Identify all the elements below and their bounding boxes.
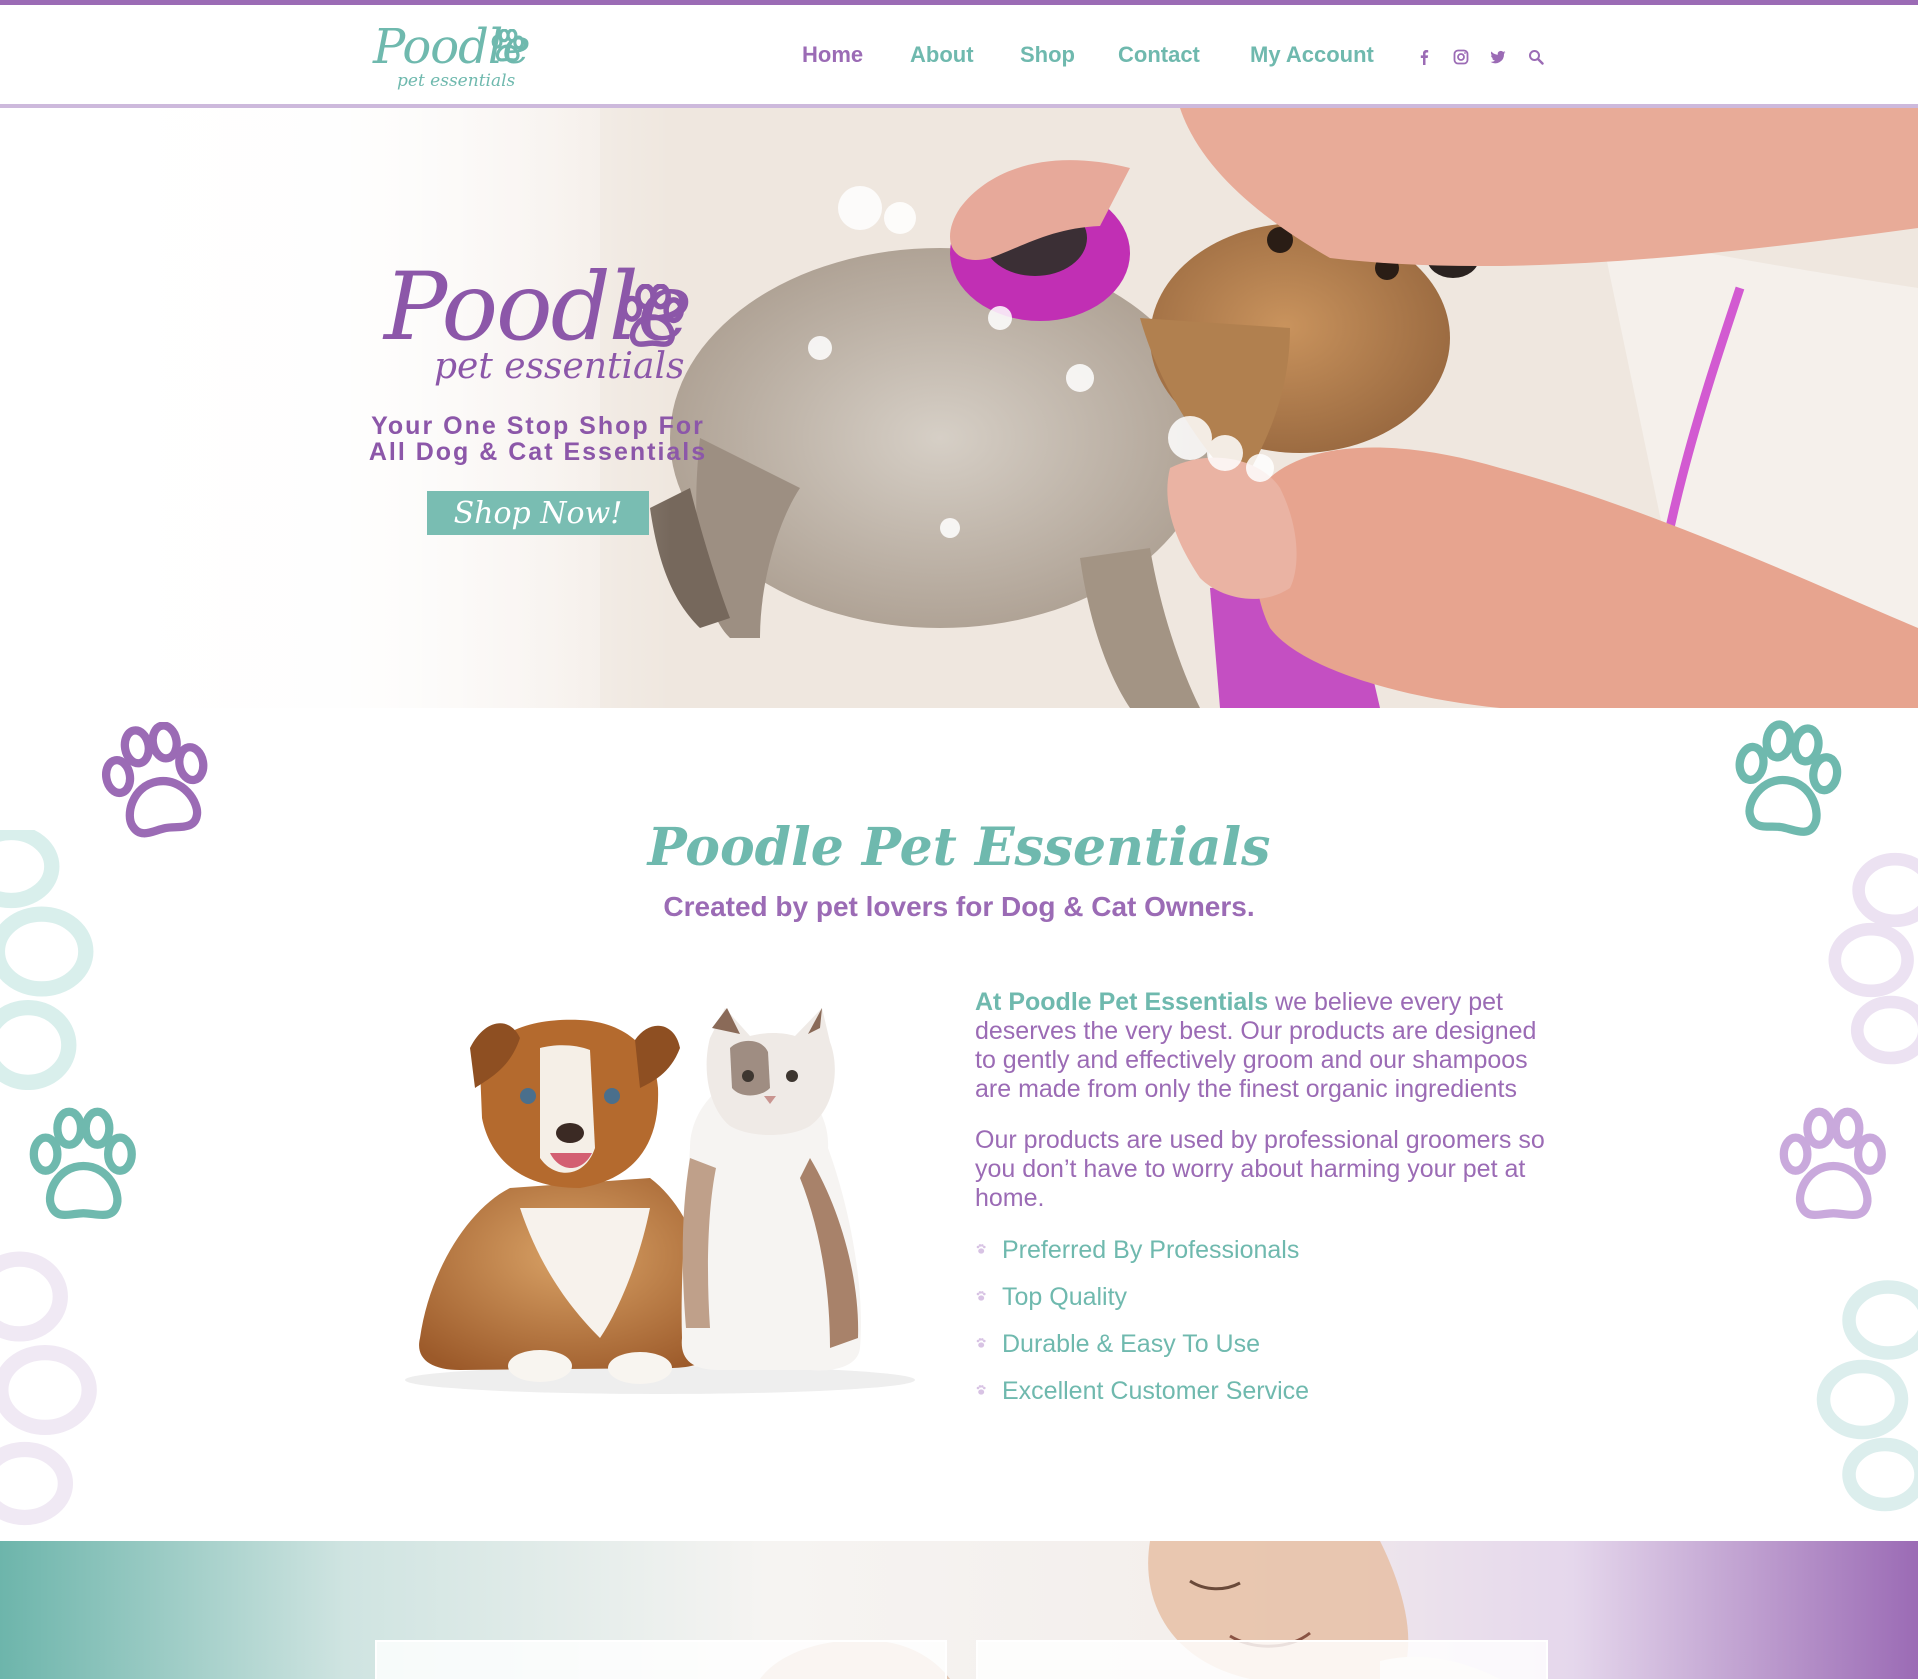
paw-bullet-icon (976, 1244, 986, 1254)
intro-title: Poodle Pet Essentials (647, 816, 1271, 878)
feature-label: Preferred By Professionals (1002, 1236, 1300, 1264)
hero-banner: Poodle pet essentials Your One Stop Shop… (0, 108, 1918, 708)
instagram-icon[interactable] (1449, 45, 1473, 69)
paw-bullet-icon (976, 1385, 986, 1395)
list-item: Top Quality (975, 1282, 1555, 1329)
feature-label: Excellent Customer Service (1002, 1377, 1310, 1405)
feature-list: Preferred By Professionals Top Quality D… (975, 1235, 1555, 1423)
hero-logo-tagline: pet essentials (434, 346, 685, 387)
intro-subtitle: Created by pet lovers for Dog & Cat Owne… (663, 891, 1255, 923)
dog-and-cat-image (405, 1008, 915, 1394)
nav-my-account[interactable]: My Account (1250, 42, 1374, 68)
paw-icon (29, 1107, 136, 1220)
list-item: Excellent Customer Service (975, 1376, 1555, 1423)
nav-about[interactable]: About (910, 42, 974, 68)
site-header: Poodle pet essentials Home About Shop Co… (0, 5, 1918, 108)
search-icon[interactable] (1524, 45, 1548, 69)
paw-icon (621, 284, 684, 347)
paw-icon (0, 1251, 97, 1526)
paw-bullet-icon (976, 1291, 986, 1301)
about-paragraph-2: Our products are used by professional gr… (975, 1126, 1545, 1212)
hero-tagline: Your One Stop Shop For All Dog & Cat Ess… (350, 413, 726, 465)
paw-icon (1779, 1107, 1886, 1220)
paw-bullet-icon (976, 1338, 986, 1348)
facebook-icon[interactable] (1412, 45, 1436, 69)
list-item: Preferred By Professionals (975, 1235, 1555, 1282)
testimonial-card (375, 1640, 947, 1679)
nav-home[interactable]: Home (802, 42, 863, 68)
feature-label: Durable & Easy To Use (1002, 1330, 1260, 1358)
groomer-photo-background (760, 1541, 1500, 1679)
about-lead: At Poodle Pet Essentials (975, 988, 1269, 1016)
about-paragraph-1: At Poodle Pet Essentials we believe ever… (975, 988, 1555, 1104)
list-item: Durable & Easy To Use (975, 1329, 1555, 1376)
paw-icon (1816, 1280, 1918, 1512)
hero-logo: Poodle pet essentials (384, 258, 704, 398)
testimonial-band (0, 1541, 1918, 1679)
hero-tagline-line2: All Dog & Cat Essentials (368, 438, 708, 466)
site-logo[interactable]: Poodle pet essentials (373, 19, 533, 91)
testimonial-card (976, 1640, 1548, 1679)
hero-dog-bath-image (0, 108, 1918, 708)
nav-shop[interactable]: Shop (1020, 42, 1075, 68)
shop-now-button[interactable]: Shop Now! (427, 491, 649, 535)
twitter-icon[interactable] (1486, 45, 1510, 69)
logo-tagline: pet essentials (397, 71, 516, 91)
about-text: At Poodle Pet Essentials we believe ever… (975, 988, 1555, 1423)
nav-contact[interactable]: Contact (1118, 42, 1200, 68)
hero-tagline-line1: Your One Stop Shop For (371, 412, 705, 440)
feature-label: Top Quality (1002, 1283, 1128, 1311)
paw-icon (491, 29, 525, 62)
